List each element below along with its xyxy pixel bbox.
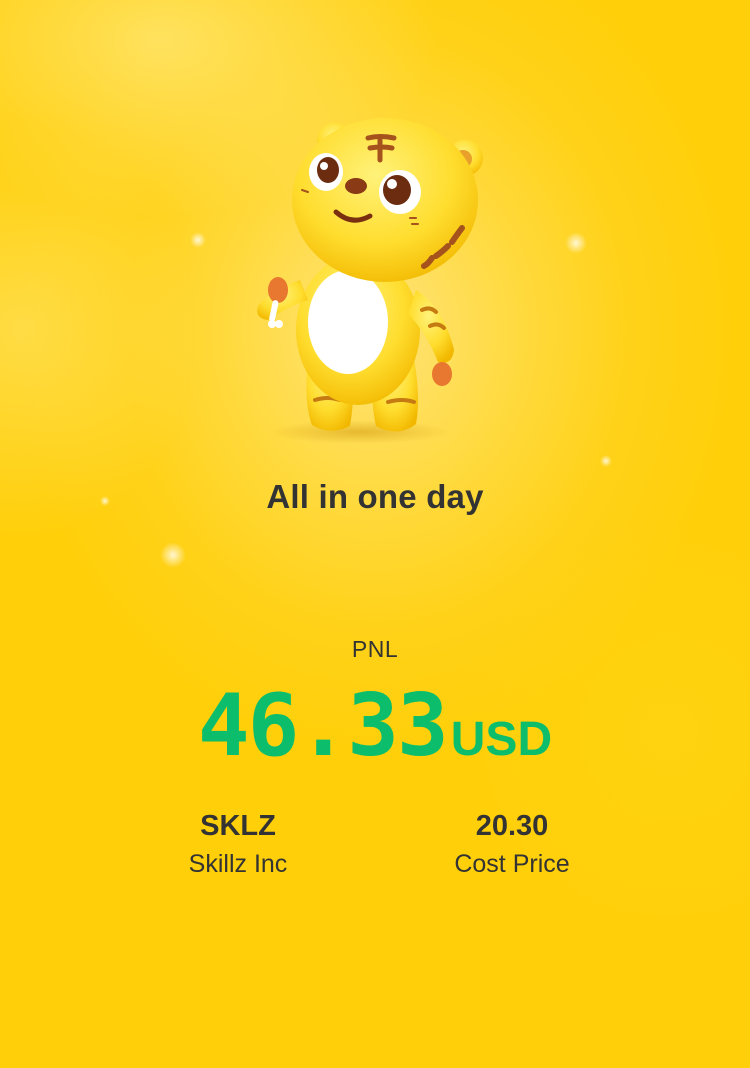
pnl-label: PNL: [351, 636, 399, 662]
cost-info: 20.30 Cost Price: [382, 808, 642, 880]
card-title: All in one day: [266, 478, 484, 515]
stock-name: Skillz Inc: [188, 850, 288, 878]
cost-value: 20.30: [475, 810, 549, 842]
tiger-mascot-icon: [257, 118, 483, 444]
pnl-amount: 46.33: [197, 676, 449, 776]
stock-info: SKLZ Skillz Inc: [108, 808, 368, 880]
sparkle-icon: [600, 455, 612, 467]
background-swirl: [0, 120, 200, 540]
cost-label: Cost Price: [454, 850, 570, 878]
sparkle-icon: [160, 542, 186, 568]
stock-ticker: SKLZ: [200, 810, 276, 842]
sparkle-icon: [565, 232, 587, 254]
pnl-currency: USD: [450, 713, 553, 766]
sparkle-icon: [190, 232, 206, 248]
pnl-value: 46.33USD: [0, 676, 750, 776]
pnl-share-card: All in one day PNL 46.33USD SKLZ Skillz …: [0, 0, 750, 1068]
